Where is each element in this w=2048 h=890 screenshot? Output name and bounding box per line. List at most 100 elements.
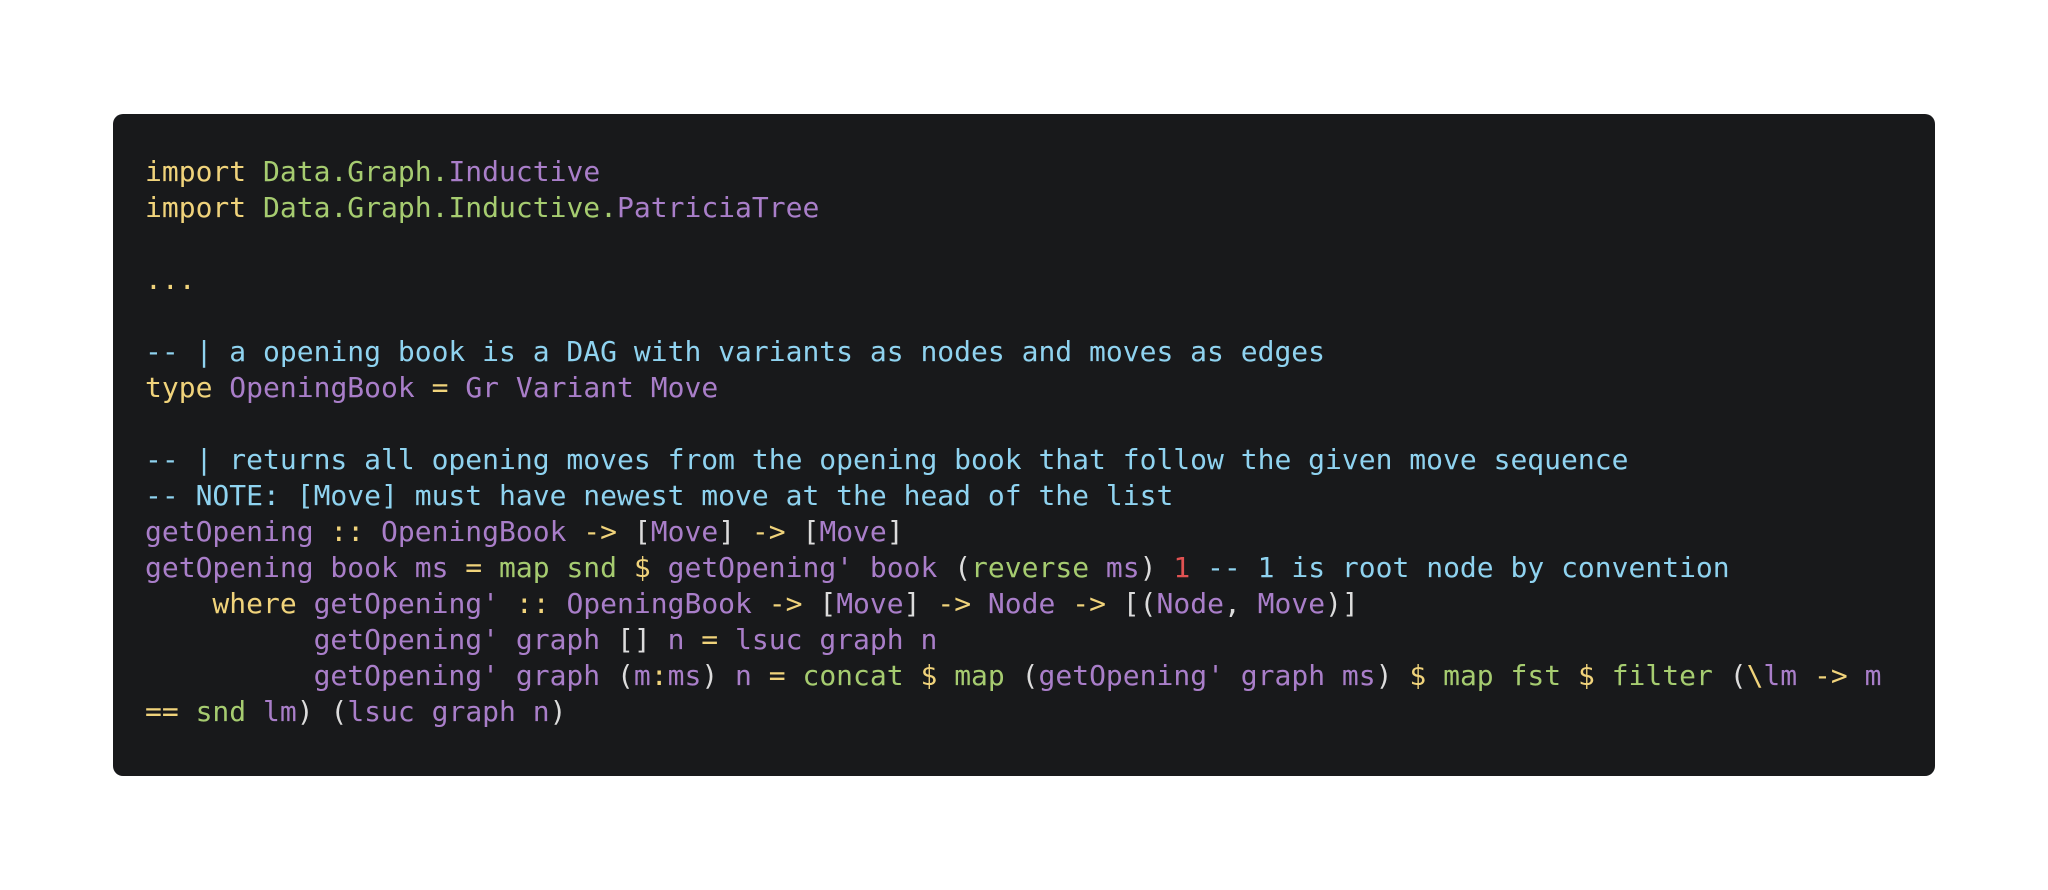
code-token: ) (1375, 659, 1410, 692)
code-token: type (145, 371, 230, 404)
code-token: OpeningBook (381, 515, 567, 548)
code-token: import (145, 191, 264, 224)
code-token: ms (1105, 551, 1140, 584)
code-token: -> (751, 587, 820, 620)
code-token: [] (617, 623, 668, 656)
code-token: ) (701, 659, 736, 692)
code-token: = (684, 623, 736, 656)
code-token: getOpening' (313, 587, 500, 620)
code-token: -- | returns all opening moves from the … (145, 443, 1629, 476)
code-token: -- 1 is root node by convention (1190, 551, 1730, 584)
code-token: n (667, 623, 685, 656)
code-token: [ (633, 515, 651, 548)
code-token: Inductive (448, 155, 601, 188)
code-token: getOpening (145, 515, 314, 548)
code-line: type OpeningBook = Gr Variant Move (145, 370, 1935, 406)
code-token: $ (1409, 659, 1444, 692)
code-token: OpeningBook (566, 587, 752, 620)
code-line: -- | a opening book is a DAG with varian… (145, 334, 1935, 370)
code-token: Node (1156, 587, 1224, 620)
code-token: [( (1122, 587, 1157, 620)
code-token: snd (178, 695, 264, 728)
code-token: ( (1021, 659, 1039, 692)
code-token: map fst (1443, 659, 1562, 692)
code-token: ( (954, 551, 972, 584)
code-token: -> (1055, 587, 1123, 620)
code-token: reverse (971, 551, 1106, 584)
code-token: m (1864, 659, 1882, 692)
code-token: getOpening' graph ms (1038, 659, 1376, 692)
code-line: getOpening book ms = map snd $ getOpenin… (145, 550, 1935, 586)
code-token: $ (903, 659, 955, 692)
code-content: import Data.Graph.Inductive import Data.G… (145, 154, 1935, 730)
code-token: -- | a opening book is a DAG with varian… (145, 335, 1326, 368)
code-token: , (1223, 587, 1258, 620)
code-token: -> (566, 515, 634, 548)
code-token: ( (1729, 659, 1747, 692)
code-token: Node (987, 587, 1056, 620)
code-token: lsuc graph n (347, 695, 550, 728)
code-token: = (414, 371, 466, 404)
code-line: where getOpening' :: OpeningBook -> [Mov… (145, 586, 1935, 622)
code-token: -- NOTE: [Move] must have newest move at… (145, 479, 1174, 512)
code-token: Gr Variant Move (465, 371, 719, 404)
code-token: getOpening' graph (145, 623, 618, 656)
code-token: ( (617, 659, 634, 692)
code-token: lsuc graph n (735, 623, 938, 656)
code-token: ... (145, 263, 196, 296)
code-token: Move (1257, 587, 1326, 620)
code-token: getOpening' graph (145, 659, 618, 692)
code-token: OpeningBook (229, 371, 415, 404)
code-token: -> (735, 515, 803, 548)
code-token: concat (802, 659, 904, 692)
code-token: 1 (1173, 551, 1191, 584)
code-token: filter (1611, 659, 1730, 692)
code-token: Move (650, 515, 719, 548)
code-line: getOpening' graph [] n = lsuc graph n (145, 622, 1935, 658)
code-token: :: (499, 587, 567, 620)
code-line: getOpening' graph (m:ms) n = concat $ ma… (145, 658, 1935, 694)
code-line: -- | returns all opening moves from the … (145, 442, 1935, 478)
code-token: n (735, 659, 752, 692)
code-token: Data.Graph.Inductive. (263, 191, 618, 224)
code-token: -> (920, 587, 988, 620)
code-token: == (145, 695, 179, 728)
code-token: :: (313, 515, 382, 548)
code-token: map (954, 659, 1022, 692)
code-token: = (751, 659, 803, 692)
code-token: ] (718, 515, 736, 548)
code-token: ms (667, 659, 702, 692)
code-token: $ (1561, 659, 1612, 692)
code-token: map snd (499, 551, 618, 584)
code-token: )] (1325, 587, 1359, 620)
code-line: == snd lm) (lsuc graph n) (145, 694, 1935, 730)
code-token: = (448, 551, 500, 584)
code-token: Move (836, 587, 904, 620)
code-token: [ (819, 587, 837, 620)
code-token: lm (263, 695, 297, 728)
code-token: $ (617, 551, 668, 584)
code-block: import Data.Graph.Inductive import Data.G… (113, 114, 1935, 776)
code-line: -- NOTE: [Move] must have newest move at… (145, 478, 1935, 514)
code-line: import Data.Graph.Inductive (145, 154, 1935, 190)
code-token: ) (1139, 551, 1174, 584)
code-line: import Data.Graph.Inductive.PatriciaTree (145, 190, 1935, 226)
code-token: -> (1797, 659, 1865, 692)
code-token: Data.Graph. (263, 155, 449, 188)
code-line: getOpening :: OpeningBook -> [Move] -> [… (145, 514, 1935, 550)
code-line: ... (145, 262, 1935, 298)
code-token: where (145, 587, 314, 620)
code-token: m (633, 659, 651, 692)
code-token: import (145, 155, 264, 188)
code-token: ) (549, 695, 567, 728)
code-token: getOpening book ms (145, 551, 449, 584)
code-token: Move (819, 515, 887, 548)
code-token: ] (886, 515, 904, 548)
code-token: PatriciaTree (617, 191, 820, 224)
code-token: \ (1746, 659, 1764, 692)
code-token: getOpening' book (667, 551, 955, 584)
code-token: ) ( (296, 695, 348, 728)
